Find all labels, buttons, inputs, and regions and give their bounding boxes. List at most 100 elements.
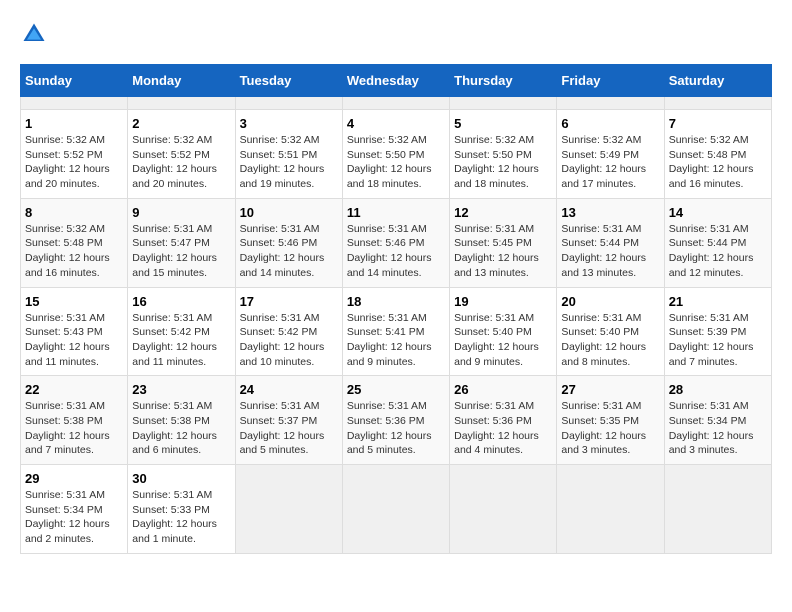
day-number: 11 [347, 205, 445, 220]
day-number: 14 [669, 205, 767, 220]
day-info: Sunrise: 5:31 AM Sunset: 5:33 PM Dayligh… [132, 488, 230, 547]
day-info: Sunrise: 5:31 AM Sunset: 5:44 PM Dayligh… [561, 222, 659, 281]
day-number: 2 [132, 116, 230, 131]
calendar-day-cell: 29 Sunrise: 5:31 AM Sunset: 5:34 PM Dayl… [21, 465, 128, 554]
day-of-week-header: Thursday [450, 65, 557, 97]
day-number: 25 [347, 382, 445, 397]
day-info: Sunrise: 5:32 AM Sunset: 5:52 PM Dayligh… [25, 133, 123, 192]
day-number: 16 [132, 294, 230, 309]
calendar-day-cell: 27 Sunrise: 5:31 AM Sunset: 5:35 PM Dayl… [557, 376, 664, 465]
calendar-day-cell: 30 Sunrise: 5:31 AM Sunset: 5:33 PM Dayl… [128, 465, 235, 554]
day-info: Sunrise: 5:31 AM Sunset: 5:43 PM Dayligh… [25, 311, 123, 370]
day-number: 26 [454, 382, 552, 397]
calendar-week-row: 1 Sunrise: 5:32 AM Sunset: 5:52 PM Dayli… [21, 110, 772, 199]
calendar-day-cell [557, 97, 664, 110]
day-number: 20 [561, 294, 659, 309]
day-info: Sunrise: 5:31 AM Sunset: 5:38 PM Dayligh… [132, 399, 230, 458]
day-info: Sunrise: 5:32 AM Sunset: 5:49 PM Dayligh… [561, 133, 659, 192]
calendar-day-cell: 10 Sunrise: 5:31 AM Sunset: 5:46 PM Dayl… [235, 198, 342, 287]
day-number: 10 [240, 205, 338, 220]
day-number: 17 [240, 294, 338, 309]
calendar-day-cell: 6 Sunrise: 5:32 AM Sunset: 5:49 PM Dayli… [557, 110, 664, 199]
day-number: 22 [25, 382, 123, 397]
calendar-day-cell: 13 Sunrise: 5:31 AM Sunset: 5:44 PM Dayl… [557, 198, 664, 287]
calendar-day-cell: 25 Sunrise: 5:31 AM Sunset: 5:36 PM Dayl… [342, 376, 449, 465]
calendar-day-cell: 24 Sunrise: 5:31 AM Sunset: 5:37 PM Dayl… [235, 376, 342, 465]
day-of-week-header: Saturday [664, 65, 771, 97]
day-info: Sunrise: 5:31 AM Sunset: 5:42 PM Dayligh… [132, 311, 230, 370]
calendar-day-cell: 12 Sunrise: 5:31 AM Sunset: 5:45 PM Dayl… [450, 198, 557, 287]
day-info: Sunrise: 5:31 AM Sunset: 5:39 PM Dayligh… [669, 311, 767, 370]
day-info: Sunrise: 5:32 AM Sunset: 5:51 PM Dayligh… [240, 133, 338, 192]
day-info: Sunrise: 5:32 AM Sunset: 5:50 PM Dayligh… [347, 133, 445, 192]
calendar-day-cell: 18 Sunrise: 5:31 AM Sunset: 5:41 PM Dayl… [342, 287, 449, 376]
day-number: 27 [561, 382, 659, 397]
calendar-day-cell [664, 465, 771, 554]
day-info: Sunrise: 5:31 AM Sunset: 5:46 PM Dayligh… [240, 222, 338, 281]
logo-icon [20, 20, 48, 48]
day-info: Sunrise: 5:31 AM Sunset: 5:47 PM Dayligh… [132, 222, 230, 281]
day-number: 4 [347, 116, 445, 131]
calendar-day-cell: 15 Sunrise: 5:31 AM Sunset: 5:43 PM Dayl… [21, 287, 128, 376]
day-info: Sunrise: 5:31 AM Sunset: 5:41 PM Dayligh… [347, 311, 445, 370]
day-number: 30 [132, 471, 230, 486]
calendar-week-row: 22 Sunrise: 5:31 AM Sunset: 5:38 PM Dayl… [21, 376, 772, 465]
day-number: 5 [454, 116, 552, 131]
day-number: 24 [240, 382, 338, 397]
day-info: Sunrise: 5:31 AM Sunset: 5:44 PM Dayligh… [669, 222, 767, 281]
calendar-day-cell: 16 Sunrise: 5:31 AM Sunset: 5:42 PM Dayl… [128, 287, 235, 376]
day-number: 12 [454, 205, 552, 220]
calendar-day-cell: 20 Sunrise: 5:31 AM Sunset: 5:40 PM Dayl… [557, 287, 664, 376]
calendar-day-cell [450, 465, 557, 554]
day-info: Sunrise: 5:31 AM Sunset: 5:34 PM Dayligh… [669, 399, 767, 458]
day-number: 15 [25, 294, 123, 309]
calendar-day-cell: 4 Sunrise: 5:32 AM Sunset: 5:50 PM Dayli… [342, 110, 449, 199]
logo [20, 20, 52, 48]
day-info: Sunrise: 5:31 AM Sunset: 5:42 PM Dayligh… [240, 311, 338, 370]
day-info: Sunrise: 5:31 AM Sunset: 5:35 PM Dayligh… [561, 399, 659, 458]
calendar-week-row: 8 Sunrise: 5:32 AM Sunset: 5:48 PM Dayli… [21, 198, 772, 287]
day-info: Sunrise: 5:31 AM Sunset: 5:36 PM Dayligh… [454, 399, 552, 458]
day-info: Sunrise: 5:31 AM Sunset: 5:36 PM Dayligh… [347, 399, 445, 458]
calendar-day-cell: 1 Sunrise: 5:32 AM Sunset: 5:52 PM Dayli… [21, 110, 128, 199]
calendar-day-cell: 19 Sunrise: 5:31 AM Sunset: 5:40 PM Dayl… [450, 287, 557, 376]
calendar-day-cell: 9 Sunrise: 5:31 AM Sunset: 5:47 PM Dayli… [128, 198, 235, 287]
calendar-day-cell [21, 97, 128, 110]
day-number: 19 [454, 294, 552, 309]
day-number: 13 [561, 205, 659, 220]
day-info: Sunrise: 5:31 AM Sunset: 5:40 PM Dayligh… [561, 311, 659, 370]
calendar-day-cell [664, 97, 771, 110]
day-number: 1 [25, 116, 123, 131]
day-info: Sunrise: 5:31 AM Sunset: 5:38 PM Dayligh… [25, 399, 123, 458]
calendar-day-cell [342, 97, 449, 110]
calendar-day-cell [235, 97, 342, 110]
day-of-week-header: Monday [128, 65, 235, 97]
day-info: Sunrise: 5:32 AM Sunset: 5:50 PM Dayligh… [454, 133, 552, 192]
day-info: Sunrise: 5:31 AM Sunset: 5:46 PM Dayligh… [347, 222, 445, 281]
day-number: 7 [669, 116, 767, 131]
day-number: 29 [25, 471, 123, 486]
day-of-week-header: Friday [557, 65, 664, 97]
calendar-week-row [21, 97, 772, 110]
calendar-day-cell [235, 465, 342, 554]
calendar-day-cell [342, 465, 449, 554]
day-number: 18 [347, 294, 445, 309]
calendar-day-cell: 3 Sunrise: 5:32 AM Sunset: 5:51 PM Dayli… [235, 110, 342, 199]
day-of-week-header: Sunday [21, 65, 128, 97]
calendar-day-cell: 5 Sunrise: 5:32 AM Sunset: 5:50 PM Dayli… [450, 110, 557, 199]
day-number: 21 [669, 294, 767, 309]
page-header [20, 20, 772, 48]
calendar-day-cell: 14 Sunrise: 5:31 AM Sunset: 5:44 PM Dayl… [664, 198, 771, 287]
calendar-week-row: 29 Sunrise: 5:31 AM Sunset: 5:34 PM Dayl… [21, 465, 772, 554]
day-info: Sunrise: 5:31 AM Sunset: 5:34 PM Dayligh… [25, 488, 123, 547]
day-info: Sunrise: 5:31 AM Sunset: 5:40 PM Dayligh… [454, 311, 552, 370]
calendar-day-cell: 7 Sunrise: 5:32 AM Sunset: 5:48 PM Dayli… [664, 110, 771, 199]
calendar-day-cell: 8 Sunrise: 5:32 AM Sunset: 5:48 PM Dayli… [21, 198, 128, 287]
day-number: 6 [561, 116, 659, 131]
calendar-day-cell: 23 Sunrise: 5:31 AM Sunset: 5:38 PM Dayl… [128, 376, 235, 465]
calendar-day-cell: 26 Sunrise: 5:31 AM Sunset: 5:36 PM Dayl… [450, 376, 557, 465]
day-info: Sunrise: 5:32 AM Sunset: 5:48 PM Dayligh… [25, 222, 123, 281]
day-number: 23 [132, 382, 230, 397]
calendar-day-cell: 22 Sunrise: 5:31 AM Sunset: 5:38 PM Dayl… [21, 376, 128, 465]
day-number: 28 [669, 382, 767, 397]
